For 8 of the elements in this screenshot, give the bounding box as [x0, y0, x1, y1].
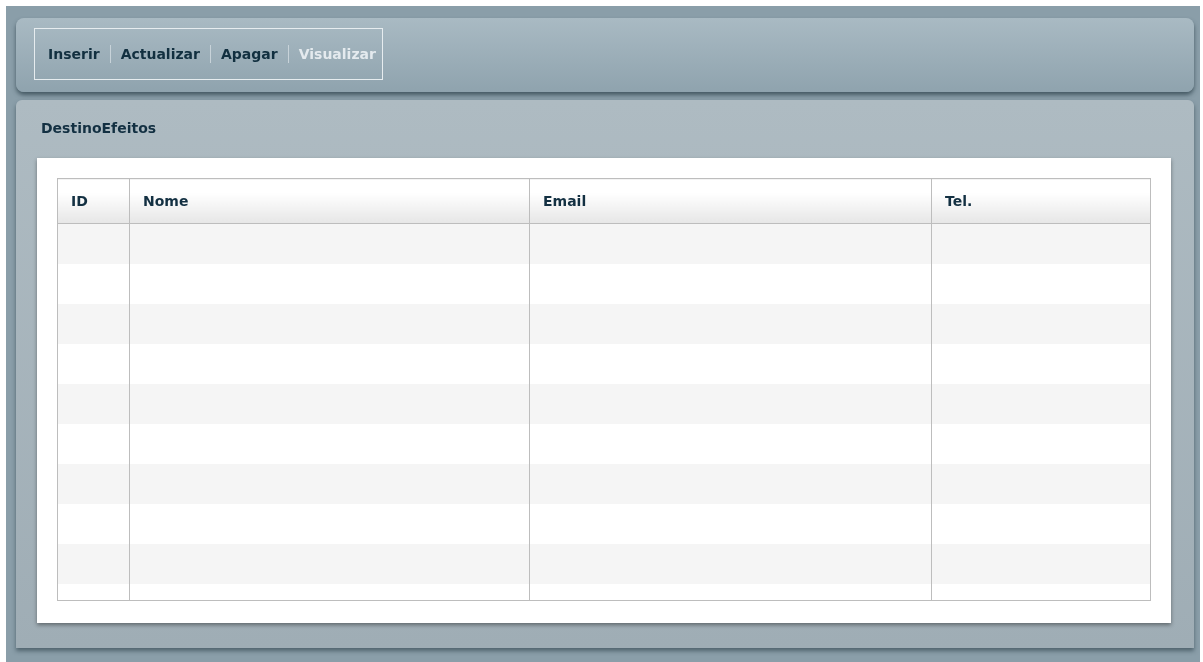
panel-title: DestinoEfeitos [41, 119, 158, 138]
toolbar-button[interactable]: Actualizar [120, 43, 200, 65]
toolbar-button[interactable]: Inserir [48, 43, 100, 65]
column-header: Nome [129, 178, 530, 224]
column-header: Email [529, 178, 932, 224]
column-header: Tel. [931, 178, 1151, 224]
toolbar-button[interactable]: Apagar [220, 43, 278, 65]
column-header: ID [57, 178, 130, 224]
